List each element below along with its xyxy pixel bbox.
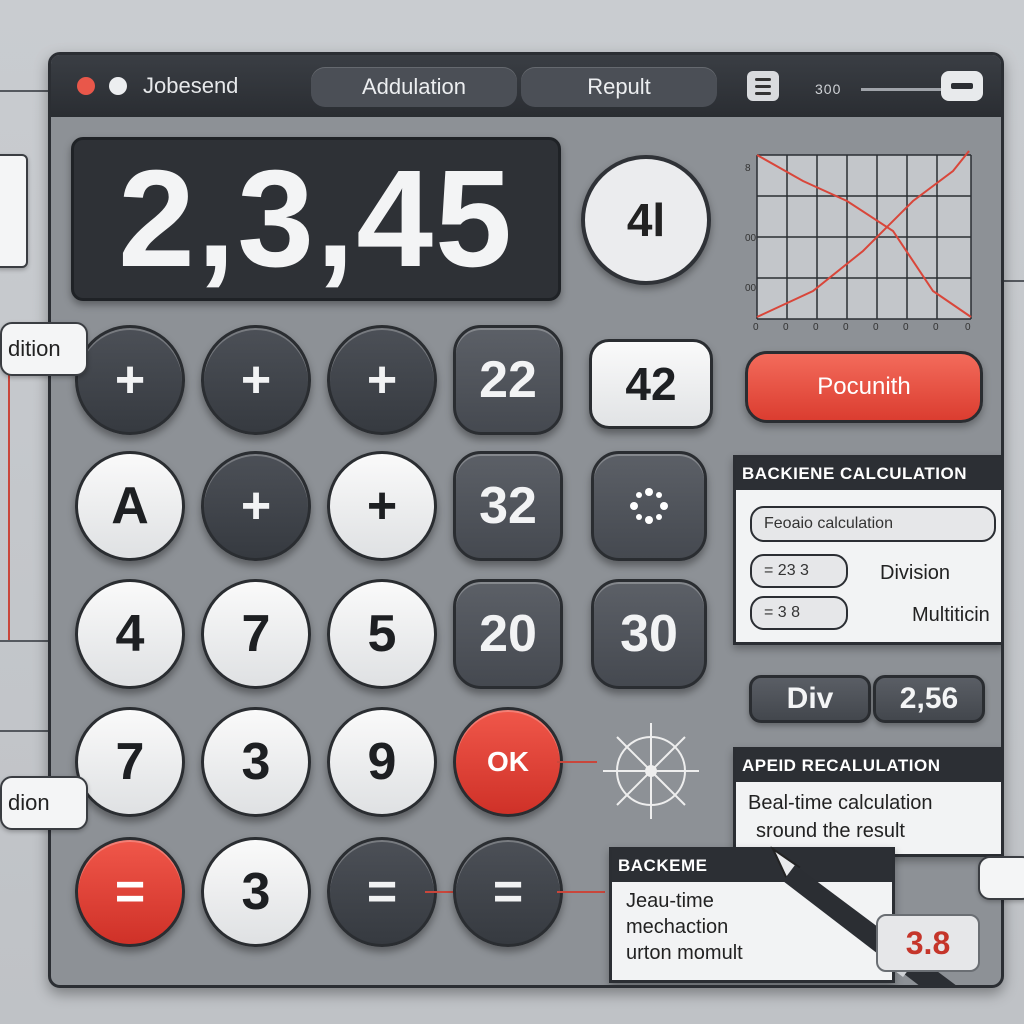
plus-key[interactable]: +: [75, 325, 185, 435]
connector-line: [557, 891, 605, 893]
memory-key[interactable]: 4l: [581, 155, 711, 285]
value-key-20[interactable]: 20: [453, 579, 563, 689]
menu-icon[interactable]: [747, 71, 779, 101]
edge-widget: [0, 154, 28, 268]
equals-key[interactable]: =: [453, 837, 563, 947]
chart-x-tick: 0: [753, 322, 759, 331]
tab-addulation[interactable]: Addulation: [311, 67, 517, 107]
chart-y-tick: 8: [745, 163, 751, 174]
equals-key[interactable]: =: [75, 837, 185, 947]
chart-y-tick: 00: [745, 233, 757, 244]
chart-x-tick: 0: [783, 322, 789, 331]
chart-x-tick: 0: [873, 322, 879, 331]
side-tag-right[interactable]: [978, 856, 1024, 900]
title-bar: Jobesend Addulation Repult 300: [51, 55, 1001, 117]
app-title: Jobesend: [143, 73, 239, 98]
connector-line: [557, 761, 597, 763]
result-chart: 8 00 00 0 0 0 0 0 0 0 0: [745, 150, 972, 331]
mechanics-line: urton momult: [626, 942, 743, 964]
division-label: Division: [880, 562, 951, 584]
plus-key[interactable]: +: [327, 325, 437, 435]
calculation-panel-header: BACKIENE CALCULATION: [736, 458, 1001, 490]
digit-key-7[interactable]: 7: [201, 579, 311, 689]
digit-key-3[interactable]: 3: [201, 837, 311, 947]
side-tag-lotion[interactable]: dion: [0, 776, 88, 830]
value-key-42[interactable]: 42: [589, 339, 713, 429]
result-badge: 3.8: [876, 914, 980, 972]
chart-x-tick: 0: [965, 322, 971, 331]
calculator-display: 2,3,45: [71, 137, 561, 301]
multiply-label: Multiticin: [912, 604, 990, 626]
tab-repult[interactable]: Repult: [521, 67, 717, 107]
background-rail: [0, 640, 48, 642]
mechanics-line: mechaction: [626, 916, 729, 938]
window-toggle-button[interactable]: [941, 71, 983, 101]
ok-key[interactable]: OK: [453, 707, 563, 817]
recalculation-panel-header: APEID RECALULATION: [736, 750, 1001, 782]
division-chip[interactable]: Div: [749, 675, 871, 723]
recalculation-panel: APEID RECALULATION Beal-time calculation…: [733, 747, 1001, 857]
background-rail: [0, 90, 48, 92]
value-key-30[interactable]: 30: [591, 579, 707, 689]
chart-x-tick: 0: [933, 322, 939, 331]
equals-key[interactable]: =: [327, 837, 437, 947]
value-key-32[interactable]: 32: [453, 451, 563, 561]
plus-key[interactable]: +: [201, 451, 311, 561]
digit-key-3[interactable]: 3: [201, 707, 311, 817]
compass-icon: [603, 723, 699, 819]
chart-y-tick: 00: [745, 283, 757, 294]
dots-icon: [630, 488, 668, 524]
digit-key-7[interactable]: 7: [75, 707, 185, 817]
result-button[interactable]: Pocunith: [745, 351, 983, 423]
calculation-field[interactable]: Feoaio calculation: [750, 506, 996, 542]
digit-key-9[interactable]: 9: [327, 707, 437, 817]
mechanics-line: Jeau-time: [626, 890, 714, 912]
chart-x-tick: 0: [813, 322, 819, 331]
division-value-field[interactable]: = 23 3: [750, 554, 848, 588]
chart-x-tick: 0: [843, 322, 849, 331]
calculator-window: Jobesend Addulation Repult 300 2,3,45 4l…: [48, 52, 1004, 988]
background-rail: [8, 370, 10, 640]
chart-x-tick: 0: [903, 322, 909, 331]
close-dot-icon[interactable]: [77, 77, 95, 95]
value-key-22[interactable]: 22: [453, 325, 563, 435]
multiply-value-field[interactable]: = 3 8: [750, 596, 848, 630]
side-tag-addition[interactable]: dition: [0, 322, 88, 376]
value-chip[interactable]: 2,56: [873, 675, 985, 723]
recalculation-line: sround the result: [756, 820, 905, 842]
letter-key-a[interactable]: A: [75, 451, 185, 561]
recalculation-line: Beal-time calculation: [748, 792, 933, 814]
slider-value: 300: [815, 81, 842, 97]
calculation-panel: BACKIENE CALCULATION Feoaio calculation …: [733, 455, 1001, 645]
plus-key[interactable]: +: [201, 325, 311, 435]
plus-key[interactable]: +: [327, 451, 437, 561]
digit-key-4[interactable]: 4: [75, 579, 185, 689]
dots-key[interactable]: [591, 451, 707, 561]
minimize-dot-icon[interactable]: [109, 77, 127, 95]
background-rail: [0, 730, 48, 732]
digit-key-5[interactable]: 5: [327, 579, 437, 689]
